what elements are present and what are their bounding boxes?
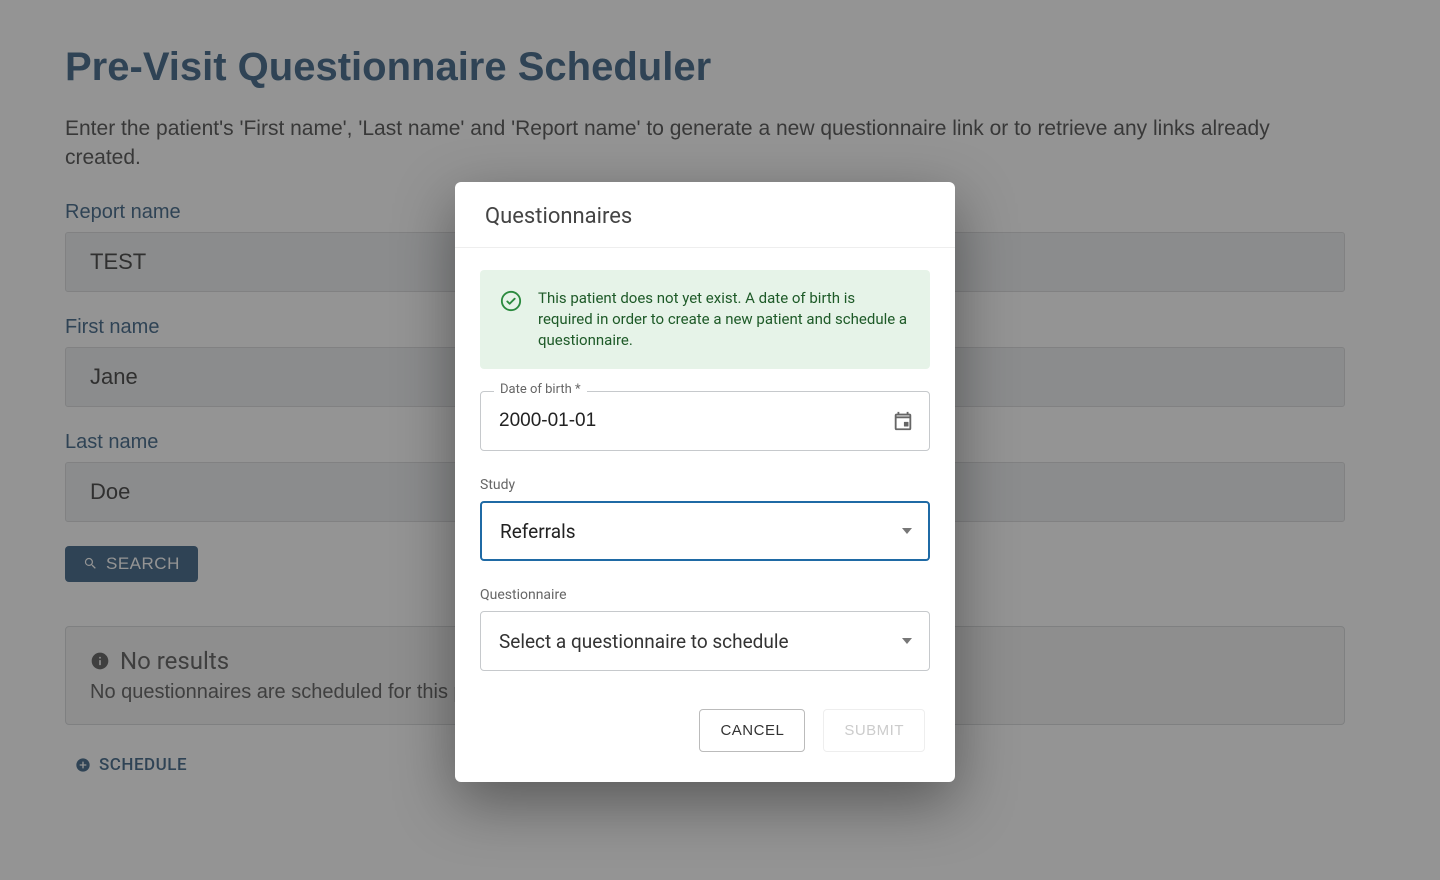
chevron-down-icon xyxy=(902,528,912,534)
check-circle-icon xyxy=(500,290,522,312)
study-label: Study xyxy=(480,477,930,493)
cancel-button-label: CANCEL xyxy=(720,722,784,739)
questionnaires-modal: Questionnaires This patient does not yet… xyxy=(455,182,955,782)
questionnaire-label: Questionnaire xyxy=(480,587,930,603)
dob-label: Date of birth * xyxy=(494,382,587,397)
submit-button: SUBMIT xyxy=(823,709,925,752)
alert-text: This patient does not yet exist. A date … xyxy=(538,288,910,351)
submit-button-label: SUBMIT xyxy=(844,722,904,739)
questionnaire-select[interactable]: Select a questionnaire to schedule xyxy=(480,611,930,671)
study-select[interactable]: Referrals xyxy=(480,501,930,561)
questionnaire-placeholder: Select a questionnaire to schedule xyxy=(499,630,789,653)
alert-box: This patient does not yet exist. A date … xyxy=(480,270,930,369)
study-value: Referrals xyxy=(500,520,576,543)
cancel-button[interactable]: CANCEL xyxy=(699,709,805,752)
chevron-down-icon xyxy=(902,638,912,644)
dob-input[interactable] xyxy=(480,391,930,451)
modal-title: Questionnaires xyxy=(455,182,955,248)
